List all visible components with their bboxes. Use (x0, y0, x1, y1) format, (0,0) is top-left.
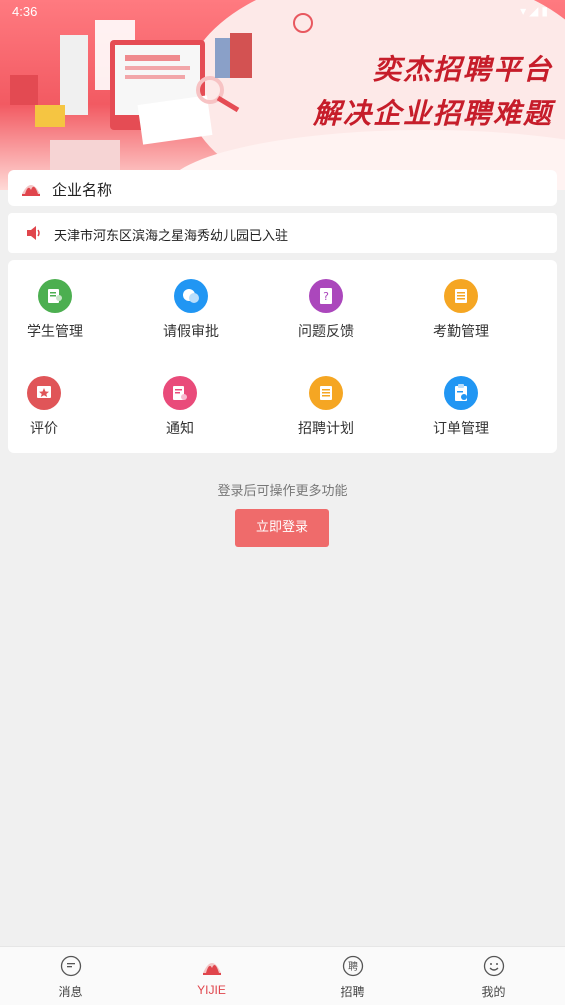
svg-text:?: ? (323, 290, 329, 303)
company-name: 企业名称 (52, 181, 113, 199)
feature-attendance[interactable]: 考勤管理 (411, 279, 511, 341)
tab-label: YIJIE (197, 983, 226, 997)
recruitment-illustration (10, 20, 252, 170)
feature-review[interactable]: 评价 (0, 376, 94, 438)
banner-title-line2: 解决企业招聘难题 (312, 97, 553, 130)
feature-label: 学生管理 (27, 324, 83, 340)
plan-list-icon (309, 376, 343, 410)
banner-title-line1: 奕杰招聘平台 (372, 53, 553, 86)
tab-label: 招聘 (340, 985, 365, 999)
tab-recruit[interactable]: 聘 招聘 (282, 947, 423, 1000)
recruit-icon: 聘 (342, 955, 363, 977)
login-hint: 登录后可操作更多功能 (217, 484, 348, 499)
student-icon (38, 279, 72, 313)
smile-icon (483, 955, 504, 977)
feature-label: 考勤管理 (433, 324, 489, 340)
announcement-text: 天津市河东区滨海之星海秀幼儿园已入驻 (54, 229, 289, 244)
star-review-icon (27, 376, 61, 410)
tab-label: 消息 (58, 985, 83, 999)
feature-label: 招聘计划 (298, 421, 354, 437)
status-bar: 4:36 ▾◢▮ (0, 0, 565, 24)
feature-notification[interactable]: 通知 (130, 376, 230, 438)
feature-leave-approval[interactable]: 请假审批 (141, 279, 241, 341)
tab-mine[interactable]: 我的 (423, 947, 564, 1000)
feature-order-management[interactable]: 订单管理 (411, 376, 511, 438)
message-icon (60, 955, 81, 977)
announcement-bar[interactable]: 天津市河东区滨海之星海秀幼儿园已入驻 (8, 213, 557, 253)
company-logo-icon (22, 185, 40, 196)
order-clipboard-icon (444, 376, 478, 410)
yijie-logo-icon (202, 963, 221, 975)
tab-yijie[interactable]: YIJIE (141, 947, 282, 997)
attendance-doc-icon (444, 279, 478, 313)
tab-label: 我的 (481, 985, 506, 999)
feature-student-management[interactable]: 学生管理 (5, 279, 105, 341)
status-time: 4:36 (12, 4, 38, 19)
feature-recruitment-plan[interactable]: 招聘计划 (276, 376, 376, 438)
feature-label: 评价 (30, 421, 58, 437)
feature-label: 请假审批 (163, 324, 219, 340)
feature-label: 问题反馈 (298, 324, 354, 340)
bottom-tab-bar: 消息 YIJIE 聘 招聘 我的 (0, 946, 565, 1005)
feature-label: 通知 (166, 421, 194, 437)
company-card[interactable]: 企业名称 (8, 170, 557, 206)
question-doc-icon: ? (309, 279, 343, 313)
speaker-icon (27, 226, 40, 240)
feature-label: 订单管理 (433, 421, 489, 437)
feature-feedback[interactable]: ? 问题反馈 (276, 279, 376, 341)
notice-doc-icon (163, 376, 197, 410)
status-icons: ▾◢▮ (520, 4, 551, 18)
tab-messages[interactable]: 消息 (0, 947, 141, 1000)
feature-grid: 学生管理 请假审批 ? 问题反馈 考勤管理 评价 通知 招聘计划 订单管理 (8, 260, 557, 453)
login-button[interactable]: 立即登录 (235, 509, 329, 547)
promo-banner[interactable]: 奕杰招聘平台 解决企业招聘难题 (0, 0, 565, 190)
chat-bubbles-icon (174, 279, 208, 313)
svg-text:聘: 聘 (348, 960, 358, 973)
